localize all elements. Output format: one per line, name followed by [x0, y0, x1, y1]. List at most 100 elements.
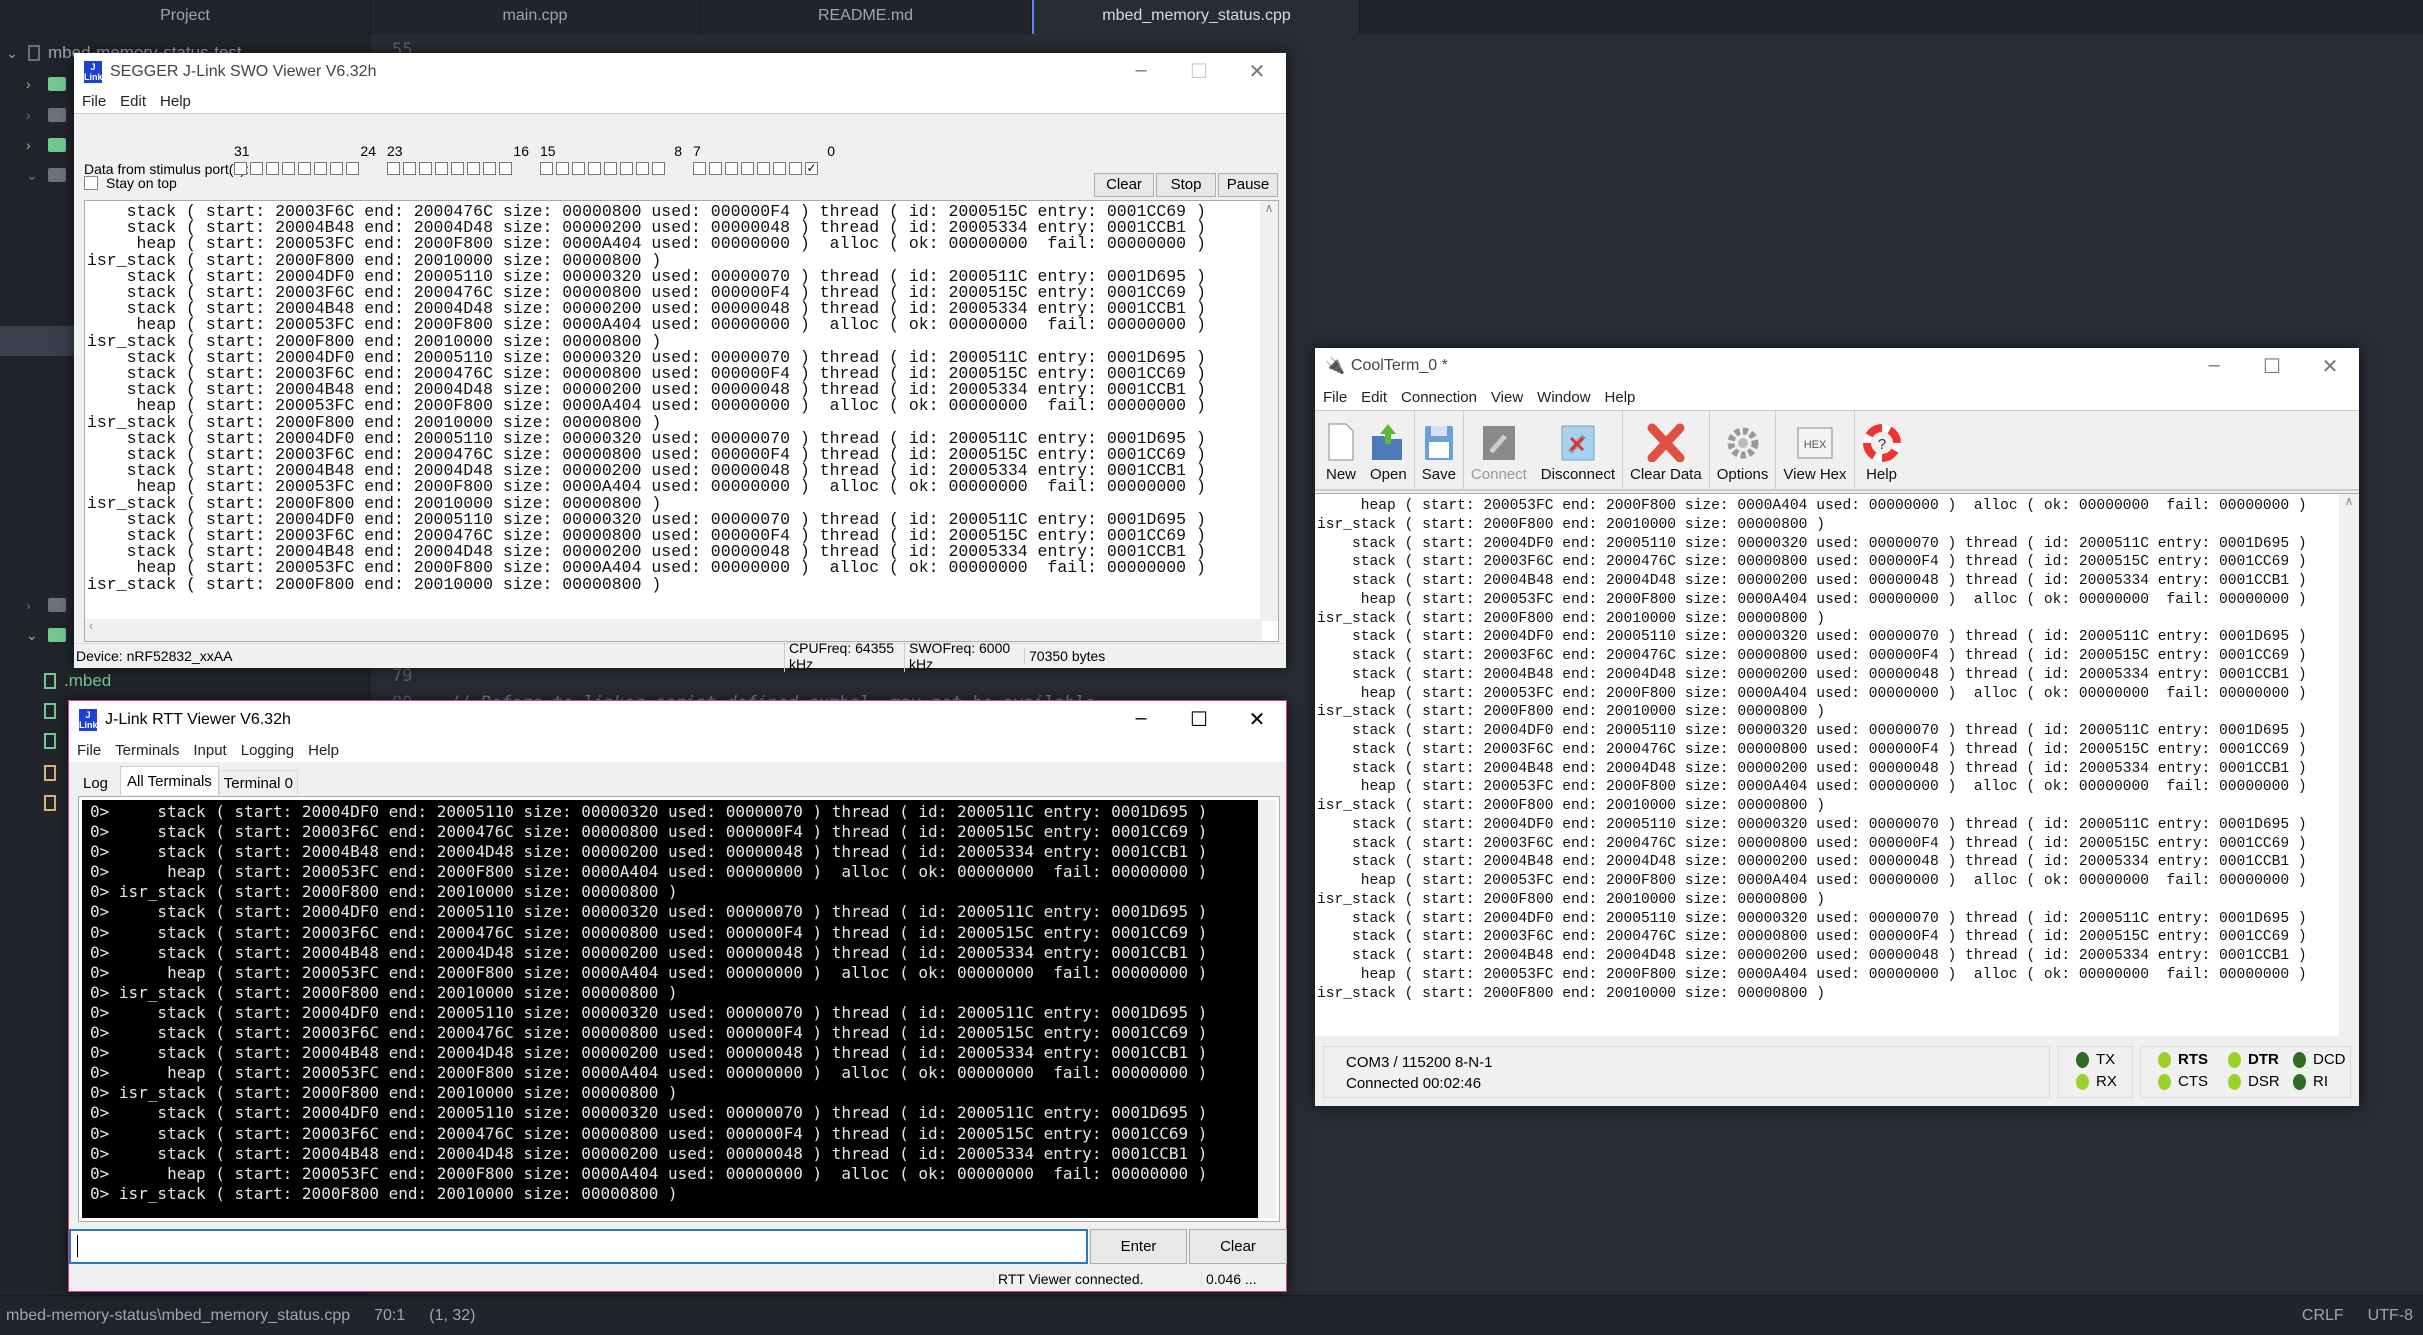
menu-view[interactable]: View: [1491, 389, 1523, 406]
stimulus-port-checkbox[interactable]: [499, 162, 512, 175]
horizontal-scrollbar[interactable]: ‹: [85, 619, 1262, 641]
stimulus-port-checkbox[interactable]: [741, 162, 754, 175]
tab-log[interactable]: Log: [79, 771, 120, 795]
tab-main-cpp[interactable]: main.cpp: [371, 0, 700, 34]
options-button[interactable]: Options: [1710, 411, 1777, 489]
stimulus-port-checkbox[interactable]: [234, 162, 247, 175]
clear-button[interactable]: Clear: [1189, 1229, 1287, 1264]
swo-output[interactable]: stack ( start: 20003F6C end: 2000476C si…: [84, 200, 1279, 642]
stop-button[interactable]: Stop: [1156, 173, 1216, 197]
tree-folder[interactable]: ›: [26, 590, 74, 620]
minimize-button[interactable]: –: [1112, 707, 1170, 732]
clear-data-button[interactable]: Clear Data: [1623, 411, 1710, 489]
stimulus-port-checkbox[interactable]: [604, 162, 617, 175]
file-path[interactable]: mbed-memory-status\mbed_memory_status.cp…: [6, 1307, 350, 1325]
disconnect-button[interactable]: Disconnect: [1534, 411, 1623, 489]
menu-file[interactable]: File: [77, 742, 101, 759]
menu-input[interactable]: Input: [193, 742, 226, 759]
tree-folder[interactable]: ›: [26, 69, 74, 99]
menu-edit[interactable]: Edit: [1361, 389, 1387, 406]
tab-all-terminals[interactable]: All Terminals: [120, 766, 219, 795]
line-ending[interactable]: CRLF: [2302, 1307, 2344, 1325]
stimulus-port-checkbox[interactable]: [709, 162, 722, 175]
tree-folder[interactable]: ›: [26, 130, 74, 160]
tree-file[interactable]: [44, 726, 64, 756]
menu-file[interactable]: File: [82, 93, 106, 110]
menu-terminals[interactable]: Terminals: [115, 742, 179, 759]
stimulus-port-checkbox[interactable]: [757, 162, 770, 175]
tab-terminal-0[interactable]: Terminal 0: [218, 770, 298, 795]
stimulus-port-checkbox[interactable]: [483, 162, 496, 175]
menu-help[interactable]: Help: [160, 93, 191, 110]
vertical-scrollbar[interactable]: ∧: [2339, 494, 2359, 1036]
stimulus-port-checkbox[interactable]: [387, 162, 400, 175]
stimulus-port-checkbox[interactable]: [435, 162, 448, 175]
stimulus-port-checkbox[interactable]: [419, 162, 432, 175]
stimulus-port-checkbox[interactable]: [346, 162, 359, 175]
clear-button[interactable]: Clear: [1094, 173, 1154, 197]
stimulus-port-checkbox[interactable]: [773, 162, 786, 175]
tab-mbed-memory-status[interactable]: mbed_memory_status.cpp: [1032, 0, 1360, 34]
tree-file-mbed[interactable]: .mbed: [44, 666, 111, 696]
coolterm-output[interactable]: heap ( start: 200053FC end: 2000F800 siz…: [1315, 493, 2359, 1036]
stimulus-port-checkbox[interactable]: [789, 162, 802, 175]
tree-folder[interactable]: ⌄: [26, 620, 74, 650]
stimulus-port-checkbox[interactable]: [588, 162, 601, 175]
checkbox-box[interactable]: [84, 176, 98, 190]
tree-folder[interactable]: ⌄: [26, 160, 74, 190]
stimulus-port-checkbox[interactable]: ✓: [805, 162, 818, 175]
rtt-input[interactable]: [69, 1229, 1088, 1264]
tree-file[interactable]: [44, 758, 64, 788]
vertical-scrollbar[interactable]: ∧: [1260, 201, 1278, 621]
close-button[interactable]: ✕: [1228, 707, 1286, 732]
menu-connection[interactable]: Connection: [1401, 389, 1477, 406]
minimize-button[interactable]: –: [2185, 354, 2243, 379]
menu-edit[interactable]: Edit: [120, 93, 146, 110]
stimulus-port-checkbox[interactable]: [620, 162, 633, 175]
close-button[interactable]: ✕: [2301, 354, 2359, 379]
vertical-scrollbar[interactable]: [1258, 800, 1276, 1218]
cursor-position[interactable]: 70:1: [374, 1307, 405, 1325]
maximize-button[interactable]: ☐: [2243, 354, 2301, 379]
stimulus-port-checkbox[interactable]: [250, 162, 263, 175]
menu-help[interactable]: Help: [308, 742, 339, 759]
maximize-button[interactable]: ☐: [1170, 707, 1228, 732]
stimulus-port-checkbox[interactable]: [266, 162, 279, 175]
tab-readme[interactable]: README.md: [700, 0, 1032, 34]
stimulus-port-checkbox[interactable]: [636, 162, 649, 175]
menu-file[interactable]: File: [1323, 389, 1347, 406]
tree-file[interactable]: [44, 696, 64, 726]
menu-logging[interactable]: Logging: [241, 742, 294, 759]
new-button[interactable]: New: [1319, 411, 1363, 489]
stimulus-port-checkbox[interactable]: [451, 162, 464, 175]
menu-window[interactable]: Window: [1537, 389, 1590, 406]
tab-project[interactable]: Project: [0, 0, 371, 34]
minimize-button[interactable]: –: [1112, 59, 1170, 84]
stimulus-port-checkbox[interactable]: [282, 162, 295, 175]
help-button[interactable]: ? Help: [1855, 411, 1909, 489]
save-button[interactable]: Save: [1415, 411, 1464, 489]
view-hex-button[interactable]: HEX View Hex: [1776, 411, 1855, 489]
stimulus-port-checkbox[interactable]: [693, 162, 706, 175]
encoding[interactable]: UTF-8: [2368, 1307, 2413, 1325]
stimulus-port-checkbox[interactable]: [540, 162, 553, 175]
rtt-terminal-output[interactable]: 0> stack ( start: 20004DF0 end: 20005110…: [78, 796, 1280, 1222]
menu-help[interactable]: Help: [1605, 389, 1636, 406]
stimulus-port-checkbox[interactable]: [467, 162, 480, 175]
pause-button[interactable]: Pause: [1218, 173, 1278, 197]
stimulus-port-checkbox[interactable]: [330, 162, 343, 175]
stimulus-port-checkbox[interactable]: [556, 162, 569, 175]
stimulus-port-checkbox[interactable]: [314, 162, 327, 175]
stimulus-port-checkbox[interactable]: [572, 162, 585, 175]
open-button[interactable]: Open: [1363, 411, 1415, 489]
stay-on-top-checkbox[interactable]: Stay on top: [84, 175, 177, 191]
stimulus-port-checkbox[interactable]: [652, 162, 665, 175]
stimulus-port-checkbox[interactable]: [298, 162, 311, 175]
maximize-button[interactable]: ☐: [1170, 59, 1228, 84]
tree-file[interactable]: [44, 788, 64, 818]
enter-button[interactable]: Enter: [1090, 1229, 1187, 1264]
close-button[interactable]: ✕: [1228, 59, 1286, 84]
connect-button[interactable]: Connect: [1464, 411, 1534, 489]
stimulus-port-checkbox[interactable]: [403, 162, 416, 175]
stimulus-port-checkbox[interactable]: [725, 162, 738, 175]
